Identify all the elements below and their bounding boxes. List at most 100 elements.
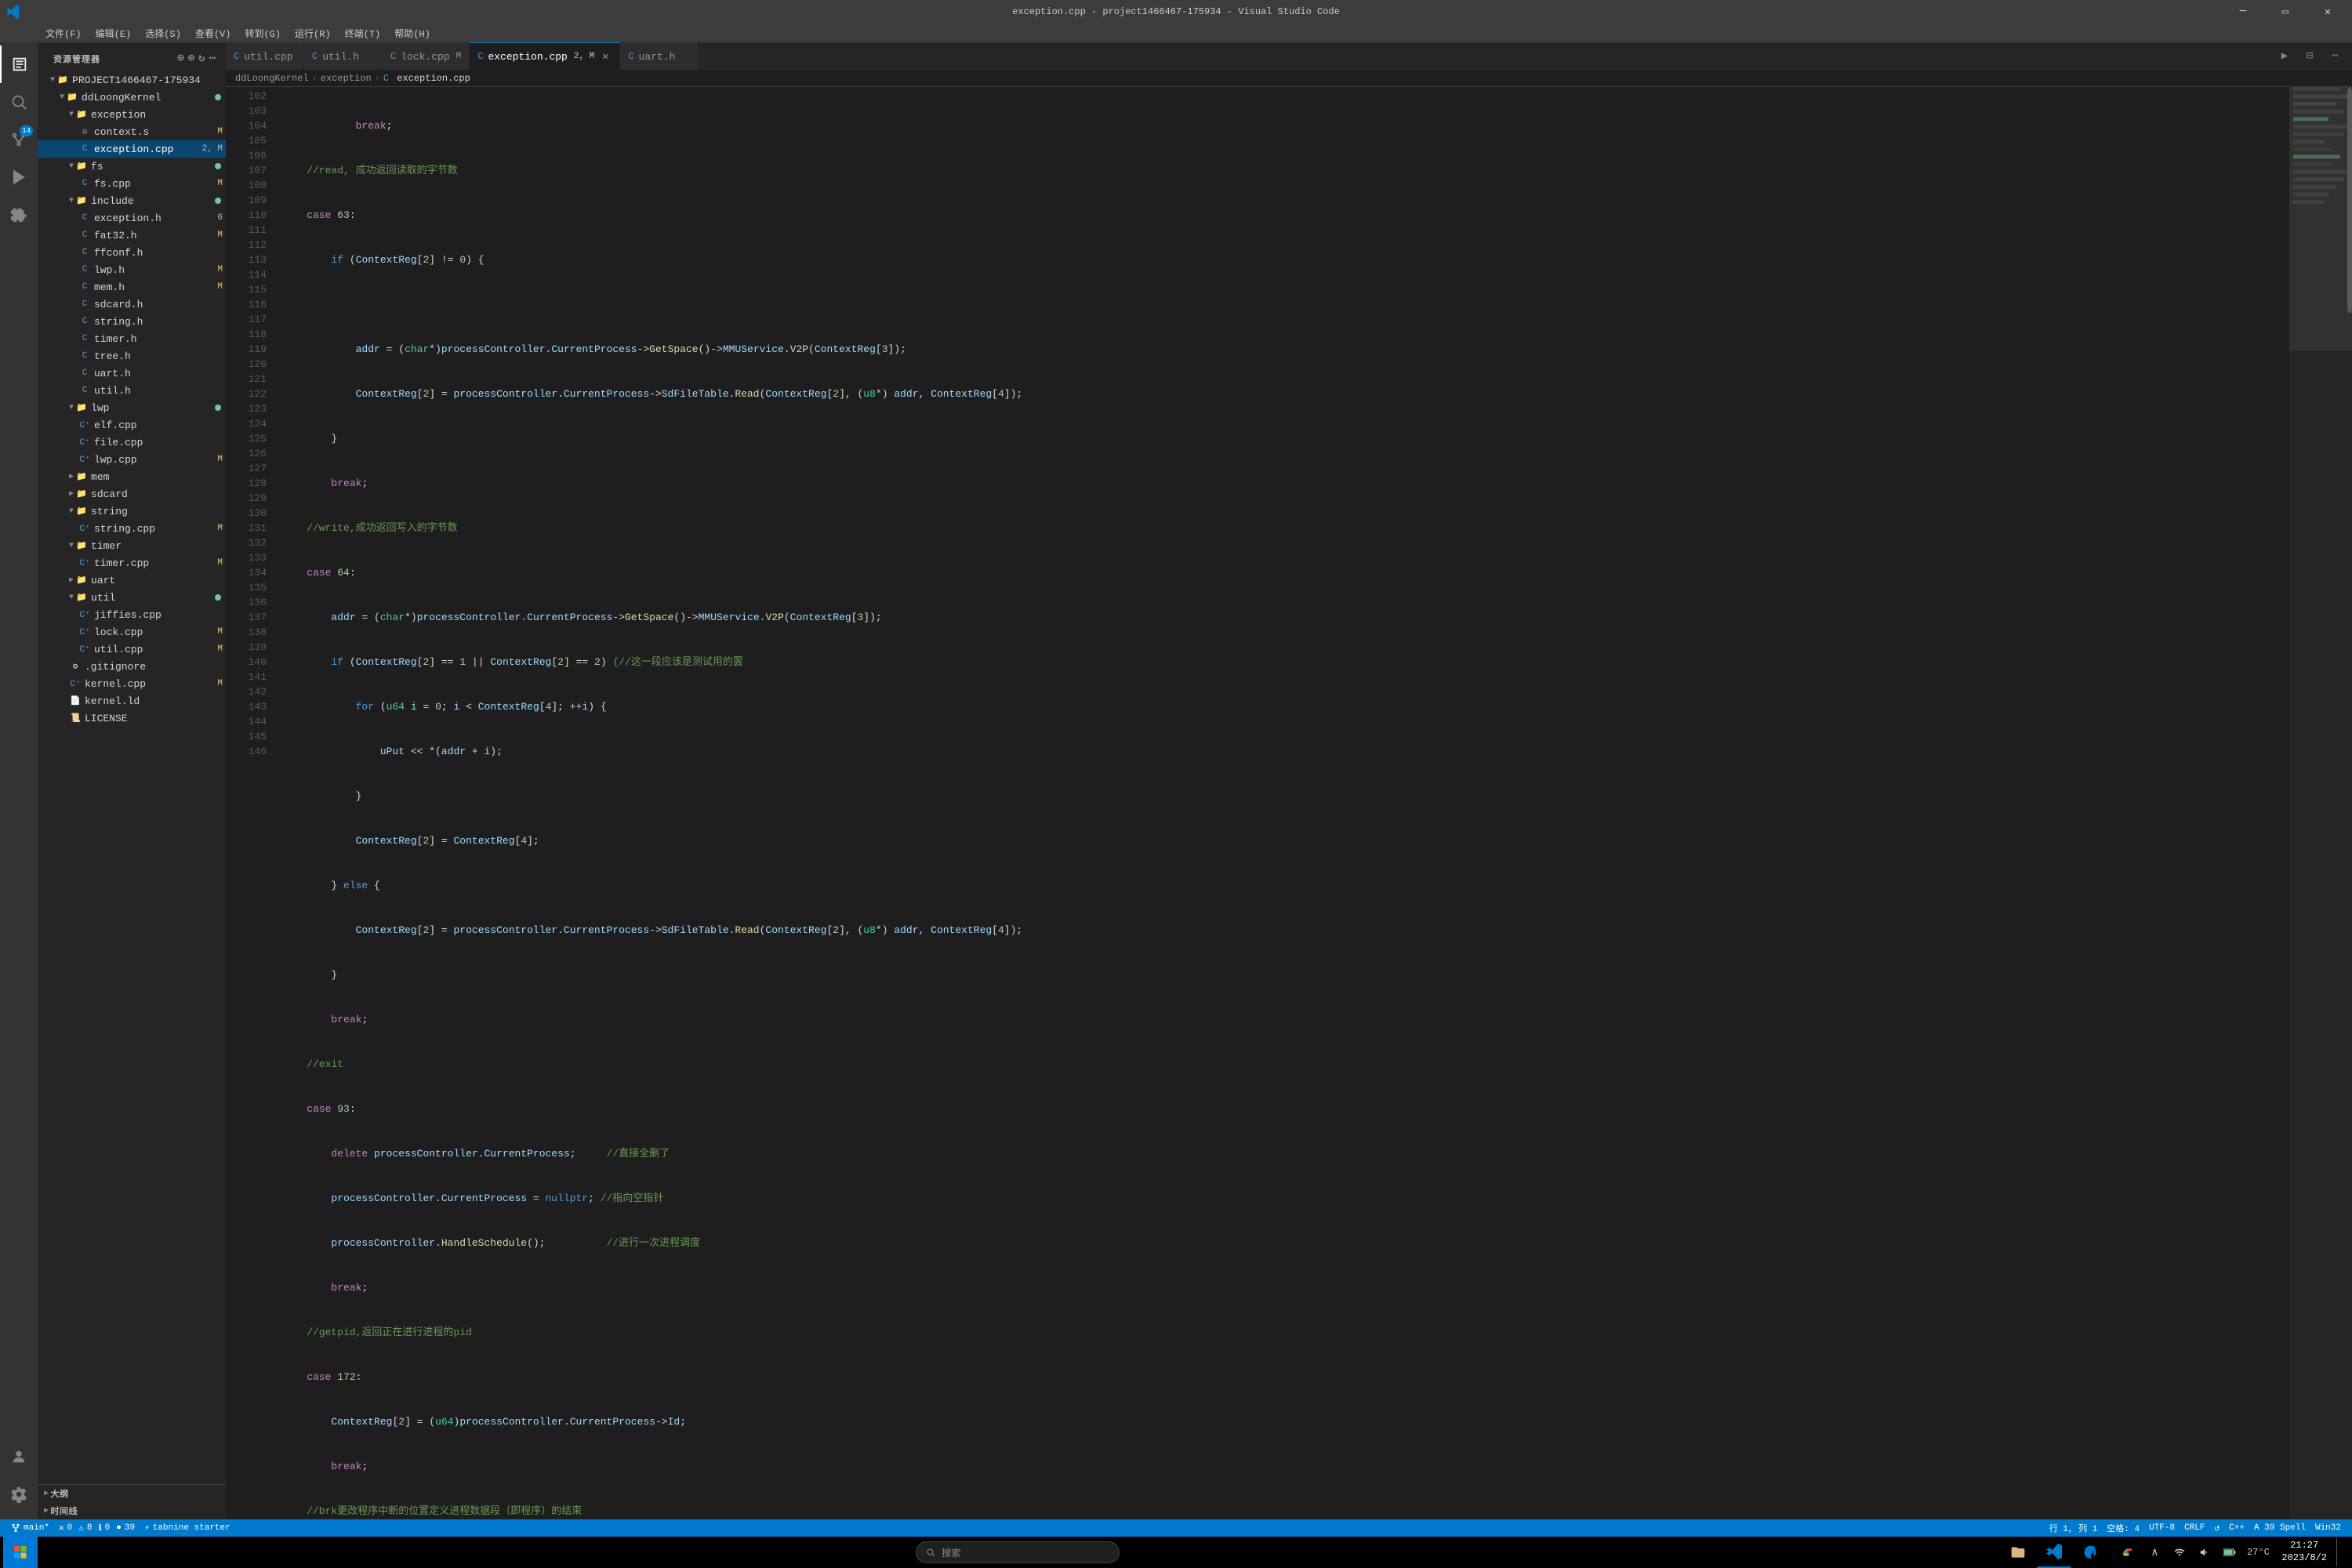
sidebar-item-exception-folder[interactable]: ▼ 📁 exception bbox=[38, 106, 226, 123]
sidebar-item-util-h[interactable]: C util.h bbox=[38, 382, 226, 399]
activity-explorer[interactable] bbox=[0, 45, 38, 83]
sidebar-item-uart-folder[interactable]: ▶ 📁 uart bbox=[38, 572, 226, 589]
code-content[interactable]: break; //read, 成功返回读取的字节数 case 63: if (C… bbox=[273, 87, 2289, 1519]
sidebar-item-timer-h[interactable]: C timer.h bbox=[38, 330, 226, 347]
sidebar-item-license[interactable]: 📜 LICENSE bbox=[38, 710, 226, 727]
tab-util-h[interactable]: C util.h bbox=[304, 42, 383, 70]
sidebar-item-fs-folder[interactable]: ▼ 📁 fs bbox=[38, 158, 226, 175]
activity-search[interactable] bbox=[0, 83, 38, 121]
menu-select[interactable]: 选择(S) bbox=[139, 25, 187, 42]
status-tabnine[interactable]: ⚡ tabnine starter bbox=[140, 1519, 235, 1537]
sidebar-item-timer-cpp[interactable]: C⁺ timer.cpp M bbox=[38, 554, 226, 572]
status-encoding[interactable]: UTF-8 bbox=[2144, 1519, 2180, 1537]
outline-section[interactable]: ▶ 大纲 bbox=[38, 1485, 226, 1502]
activity-debug[interactable] bbox=[0, 158, 38, 196]
tab-uart-h[interactable]: C uart.h bbox=[620, 42, 699, 70]
breadcrumb-exception[interactable]: exception bbox=[321, 73, 372, 84]
sidebar-item-file-cpp[interactable]: C⁺ file.cpp bbox=[38, 434, 226, 451]
close-button[interactable]: ✕ bbox=[2310, 0, 2346, 24]
taskbar-app-edge[interactable] bbox=[2073, 1537, 2107, 1568]
sidebar-item-gitignore[interactable]: ⚙ .gitignore bbox=[38, 658, 226, 675]
sidebar-item-ddloongkernel[interactable]: ▼ 📁 ddLoongKernel bbox=[38, 89, 226, 106]
sidebar-item-kernel-cpp[interactable]: C⁺ kernel.cpp M bbox=[38, 675, 226, 692]
sidebar-item-project[interactable]: ▼ 📁 PROJECT1466467-175934 bbox=[38, 71, 226, 89]
menu-edit[interactable]: 编辑(E) bbox=[89, 25, 138, 42]
status-platform[interactable]: Win32 bbox=[2310, 1519, 2346, 1537]
sidebar-item-sdcard-h[interactable]: C sdcard.h bbox=[38, 296, 226, 313]
chevron-up-icon[interactable]: ∧ bbox=[2143, 1538, 2165, 1566]
tab-lock-cpp[interactable]: C lock.cpp M bbox=[383, 42, 470, 70]
tab-close-button[interactable]: ✕ bbox=[599, 50, 612, 63]
split-editor-button[interactable]: ⊟ bbox=[2299, 45, 2321, 67]
status-language[interactable]: C++ bbox=[2224, 1519, 2249, 1537]
activity-extensions[interactable] bbox=[0, 196, 38, 234]
status-spell[interactable]: A 39 Spell bbox=[2249, 1519, 2310, 1537]
sidebar-item-lwp-cpp[interactable]: C⁺ lwp.cpp M bbox=[38, 451, 226, 468]
sidebar-item-lwp-folder[interactable]: ▼ 📁 lwp bbox=[38, 399, 226, 416]
new-file-icon[interactable]: ⊕ bbox=[177, 52, 184, 65]
status-position[interactable]: 行 1, 列 1 bbox=[2045, 1519, 2103, 1537]
sidebar-item-kernel-ld[interactable]: 📄 kernel.ld bbox=[38, 692, 226, 710]
battery-icon[interactable] bbox=[2219, 1538, 2241, 1566]
volume-icon[interactable] bbox=[2194, 1538, 2216, 1566]
sidebar-item-string-h[interactable]: C string.h bbox=[38, 313, 226, 330]
menu-file[interactable]: 文件(F) bbox=[39, 25, 88, 42]
sidebar-item-include-folder[interactable]: ▼ 📁 include bbox=[38, 192, 226, 209]
sidebar-item-exception-cpp[interactable]: C exception.cpp 2, M bbox=[38, 140, 226, 158]
tab-util-cpp[interactable]: C util.cpp bbox=[226, 42, 304, 70]
sidebar-item-mem-folder[interactable]: ▶ 📁 mem bbox=[38, 468, 226, 485]
taskbar-app-explorer[interactable] bbox=[2001, 1537, 2035, 1568]
taskbar-app-vscode[interactable] bbox=[2037, 1537, 2071, 1568]
menu-terminal[interactable]: 终端(T) bbox=[339, 25, 387, 42]
status-sync[interactable]: ↺ bbox=[2210, 1519, 2225, 1537]
code-editor[interactable]: 102103104105 106107108109 110111112113 1… bbox=[226, 87, 2352, 1519]
menu-help[interactable]: 帮助(H) bbox=[388, 25, 437, 42]
timeline-section[interactable]: ▶ 时间线 bbox=[38, 1502, 226, 1519]
sidebar-item-string-folder[interactable]: ▼ 📁 string bbox=[38, 503, 226, 520]
sidebar-item-exception-h[interactable]: C exception.h 6 bbox=[38, 209, 226, 227]
sidebar-item-uart-h[interactable]: C uart.h bbox=[38, 365, 226, 382]
status-errors[interactable]: ✕ 0 ⚠ 8 ℹ 0 ● 39 bbox=[54, 1519, 140, 1537]
tab-exception-cpp[interactable]: C exception.cpp 2, M ✕ bbox=[470, 42, 620, 70]
menu-view[interactable]: 查看(V) bbox=[189, 25, 238, 42]
run-button[interactable]: ▶ bbox=[2274, 45, 2296, 67]
status-spaces[interactable]: 空格: 4 bbox=[2102, 1519, 2144, 1537]
minimize-button[interactable]: ─ bbox=[2225, 0, 2261, 24]
breadcrumb-root[interactable]: ddLoongKernel bbox=[235, 73, 309, 84]
sidebar-item-lwp-h[interactable]: C lwp.h M bbox=[38, 261, 226, 278]
sidebar-item-mem-h[interactable]: C mem.h M bbox=[38, 278, 226, 296]
sidebar-item-fs-cpp[interactable]: C fs.cpp M bbox=[38, 175, 226, 192]
menu-run[interactable]: 运行(R) bbox=[289, 25, 337, 42]
status-branch[interactable]: main* bbox=[6, 1519, 54, 1537]
sidebar-item-tree-h[interactable]: C tree.h bbox=[38, 347, 226, 365]
sidebar-item-util-cpp[interactable]: C⁺ util.cpp M bbox=[38, 641, 226, 658]
sidebar-item-string-cpp[interactable]: C⁺ string.cpp M bbox=[38, 520, 226, 537]
sidebar-item-ffconf-h[interactable]: C ffconf.h bbox=[38, 244, 226, 261]
sidebar-item-context-s[interactable]: ⚙ context.s M bbox=[38, 123, 226, 140]
maximize-button[interactable]: ▭ bbox=[2267, 0, 2303, 24]
sidebar-item-fat32-h[interactable]: C fat32.h M bbox=[38, 227, 226, 244]
breadcrumb-file[interactable]: C exception.cpp bbox=[383, 73, 470, 84]
show-desktop-button[interactable] bbox=[2336, 1538, 2343, 1566]
collapse-icon[interactable]: ⋯ bbox=[209, 52, 216, 65]
clock-display[interactable]: 21:27 2023/8/2 bbox=[2275, 1540, 2333, 1564]
menu-goto[interactable]: 转到(G) bbox=[238, 25, 287, 42]
status-line-ending[interactable]: CRLF bbox=[2180, 1519, 2209, 1537]
taskbar-search[interactable]: 搜索 bbox=[916, 1541, 1120, 1563]
more-actions-button[interactable]: ⋯ bbox=[2324, 45, 2346, 67]
activity-source-control[interactable]: 14 bbox=[0, 121, 38, 158]
sidebar-item-timer-folder[interactable]: ▼ 📁 timer bbox=[38, 537, 226, 554]
sidebar-item-util-folder[interactable]: ▼ 📁 util bbox=[38, 589, 226, 606]
start-button[interactable] bbox=[3, 1537, 38, 1568]
sidebar-item-lock-cpp[interactable]: C⁺ lock.cpp M bbox=[38, 623, 226, 641]
refresh-icon[interactable]: ↻ bbox=[198, 52, 205, 65]
activity-settings[interactable] bbox=[0, 1475, 38, 1513]
new-folder-icon[interactable]: ⊕ bbox=[188, 52, 195, 65]
sidebar-item-sdcard-folder[interactable]: ▶ 📁 sdcard bbox=[38, 485, 226, 503]
sidebar-item-elf-cpp[interactable]: C⁺ elf.cpp bbox=[38, 416, 226, 434]
taskbar-app-chrome[interactable] bbox=[2109, 1537, 2143, 1568]
network-icon[interactable] bbox=[2169, 1538, 2190, 1566]
sidebar-item-jiffies-cpp[interactable]: C⁺ jiffies.cpp bbox=[38, 606, 226, 623]
chevron-down-icon: ▼ bbox=[60, 93, 64, 102]
activity-accounts[interactable] bbox=[0, 1438, 38, 1475]
